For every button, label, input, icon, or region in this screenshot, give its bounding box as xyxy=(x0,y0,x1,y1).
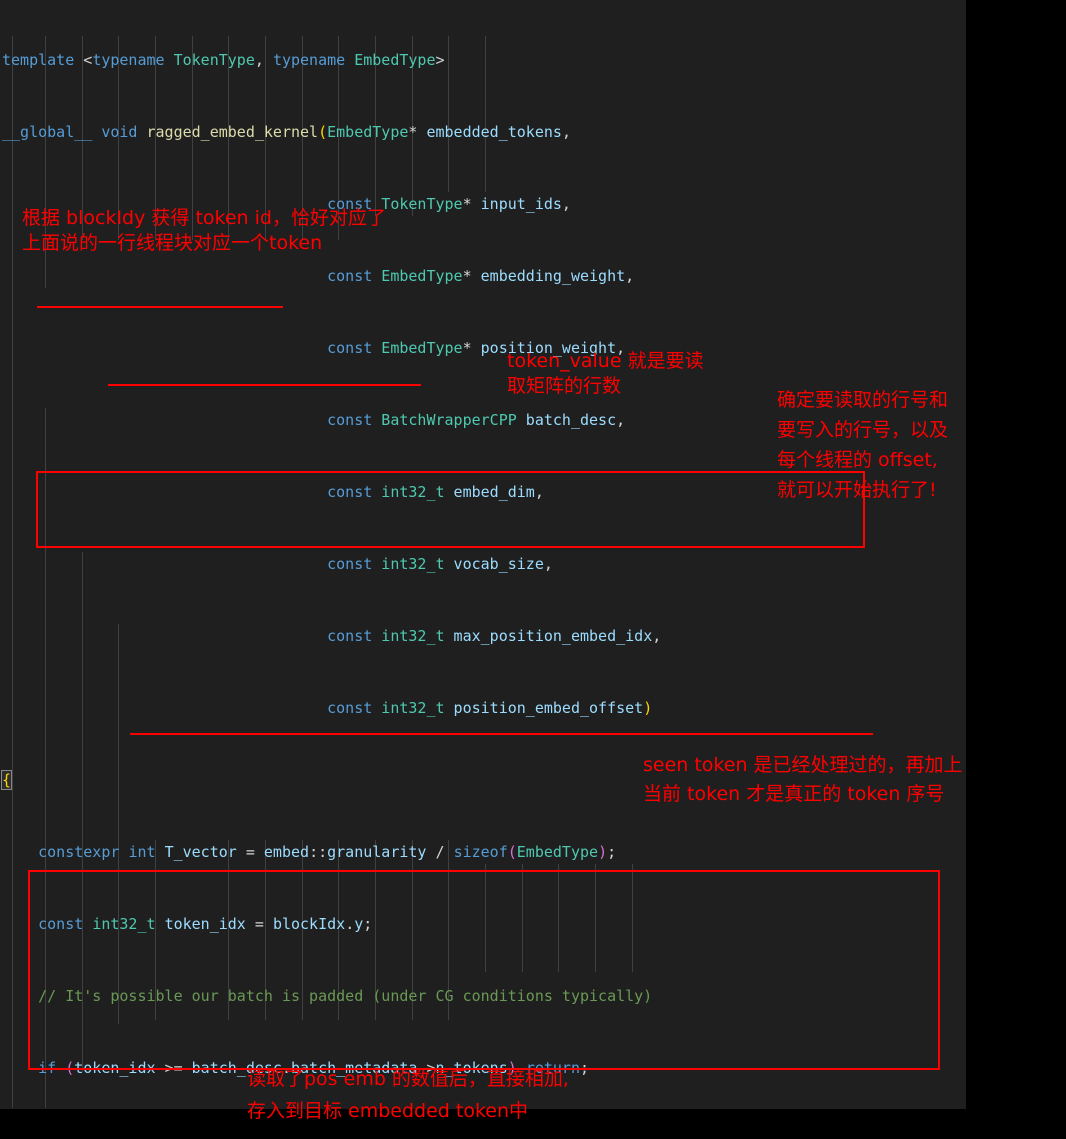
code-line: const TokenType* input_ids, xyxy=(327,195,571,213)
code-line: { xyxy=(0,770,13,790)
code-line: const BatchWrapperCPP batch_desc, xyxy=(327,411,626,429)
code-line: const int32_t token_idx = blockIdx.y; xyxy=(38,915,373,933)
code-content[interactable]: template <typename TokenType, typename E… xyxy=(0,0,966,1109)
code-line: const int32_t embed_dim, xyxy=(327,483,544,501)
code-line: constexpr int T_vector = embed::granular… xyxy=(38,843,617,861)
code-line: const EmbedType* embedding_weight, xyxy=(327,267,635,285)
code-line: if (token_idx >= batch_desc.batch_metada… xyxy=(38,1059,590,1077)
code-line: // It's possible our batch is padded (un… xyxy=(38,987,653,1005)
code-line: template <typename TokenType, typename E… xyxy=(2,51,445,69)
code-line: const int32_t position_embed_offset) xyxy=(327,699,653,717)
code-line: const int32_t max_position_embed_idx, xyxy=(327,627,662,645)
screenshot-root: template <typename TokenType, typename E… xyxy=(0,0,1066,1139)
code-line: const EmbedType* position_weight, xyxy=(327,339,626,357)
code-editor[interactable]: template <typename TokenType, typename E… xyxy=(0,0,966,1109)
code-line: __global__ void ragged_embed_kernel(Embe… xyxy=(2,123,571,141)
code-line: const int32_t vocab_size, xyxy=(327,555,553,573)
